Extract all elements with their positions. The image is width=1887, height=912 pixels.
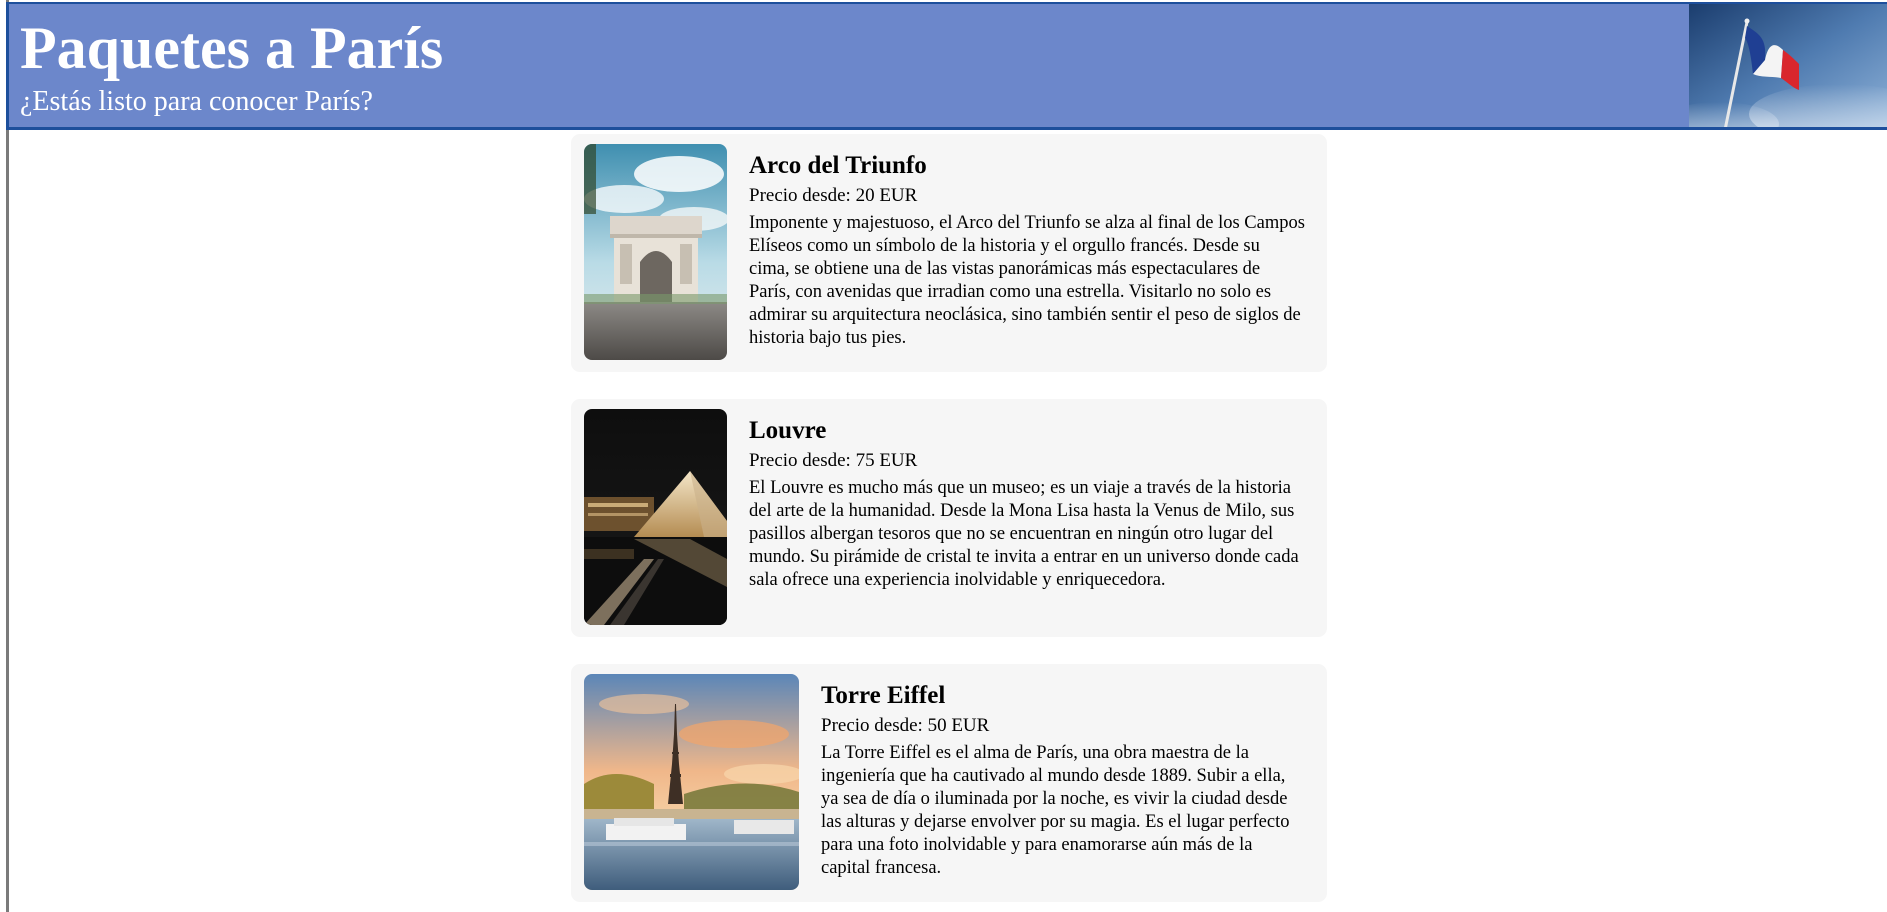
arc-de-triomphe-image: [584, 144, 727, 360]
package-title: Torre Eiffel: [821, 682, 946, 709]
package-card: Louvre Precio desde: 75 EUR El Louvre es…: [571, 399, 1327, 637]
package-description: Imponente y majestuoso, el Arco del Triu…: [749, 213, 1305, 348]
package-price: Precio desde: 75 EUR: [749, 450, 918, 471]
package-description: El Louvre es mucho más que un museo; es …: [749, 478, 1299, 590]
page-subtitle: ¿Estás listo para conocer París?: [20, 86, 373, 117]
package-title: Louvre: [749, 417, 827, 444]
french-flag-image: [1689, 4, 1887, 127]
package-price: Precio desde: 20 EUR: [749, 185, 918, 206]
page-left-border: [6, 0, 9, 912]
package-description: La Torre Eiffel es el alma de París, una…: [821, 743, 1290, 878]
eiffel-tower-image: [584, 674, 799, 890]
package-info: Torre Eiffel Precio desde: 50 EUR La Tor…: [821, 681, 1305, 880]
package-card: Torre Eiffel Precio desde: 50 EUR La Tor…: [571, 664, 1327, 902]
page-title: Paquetes a París: [20, 15, 444, 81]
louvre-pyramid-image: [584, 409, 727, 625]
package-title: Arco del Triunfo: [749, 152, 927, 179]
page: Paquetes a París ¿Estás listo para conoc…: [0, 0, 1887, 912]
package-price: Precio desde: 50 EUR: [821, 715, 990, 736]
package-card: Arco del Triunfo Precio desde: 20 EUR Im…: [571, 134, 1327, 372]
package-info: Arco del Triunfo Precio desde: 20 EUR Im…: [749, 151, 1305, 350]
package-info: Louvre Precio desde: 75 EUR El Louvre es…: [749, 416, 1305, 592]
site-header: Paquetes a París ¿Estás listo para conoc…: [6, 2, 1887, 130]
